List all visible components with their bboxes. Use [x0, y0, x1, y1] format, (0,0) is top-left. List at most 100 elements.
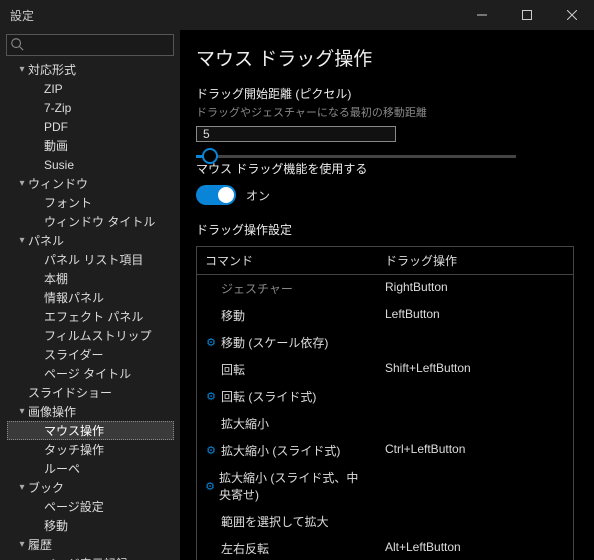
tree-item-label: パネル	[28, 232, 64, 249]
tree-item[interactable]: ▾パネル	[8, 231, 174, 250]
tree-item[interactable]: PDF	[8, 117, 174, 136]
tree-item-label: ブック	[28, 479, 64, 496]
tree-item[interactable]: ▾ウィンドウ	[8, 174, 174, 193]
tree-item[interactable]: ページ設定	[8, 497, 174, 516]
tree-item-label: 動画	[44, 137, 68, 154]
sidebar: ▾対応形式ZIP7-ZipPDF動画Susie▾ウィンドウフォントウィンドウ タ…	[0, 30, 180, 560]
table-cell-operation	[377, 508, 573, 535]
enable-state-label: オン	[246, 187, 270, 204]
drag-table: コマンド ドラッグ操作 ジェスチャーRightButton移動LeftButto…	[196, 246, 574, 560]
body: ▾対応形式ZIP7-ZipPDF動画Susie▾ウィンドウフォントウィンドウ タ…	[0, 30, 594, 560]
tree-item-label: 対応形式	[28, 61, 76, 78]
chevron-down-icon: ▾	[16, 64, 28, 75]
table-cell-command: ⚙拡大縮小 (スライド式)	[197, 437, 377, 464]
tree-item[interactable]: スライダー	[8, 345, 174, 364]
table-cell-operation	[377, 329, 573, 356]
tree-item-label: 7-Zip	[44, 101, 71, 115]
tree-item[interactable]: ▾ブック	[8, 478, 174, 497]
tree-item[interactable]: エフェクト パネル	[8, 307, 174, 326]
command-label: 範囲を選択して拡大	[221, 513, 329, 530]
tree-item-label: ウィンドウ	[28, 175, 88, 192]
table-row[interactable]: ⚙移動 (スケール依存)	[197, 329, 573, 356]
table-row[interactable]: ⚙拡大縮小 (スライド式)Ctrl+LeftButton	[197, 437, 573, 464]
tree-item-label: 履歴	[28, 536, 52, 553]
enable-toggle[interactable]	[196, 185, 236, 205]
table-row[interactable]: 範囲を選択して拡大	[197, 508, 573, 535]
command-label: 左右反転	[221, 540, 269, 557]
tree-item-label: スライダー	[44, 346, 104, 363]
minimize-button[interactable]	[459, 0, 504, 30]
chevron-down-icon: ▾	[16, 406, 28, 417]
chevron-down-icon: ▾	[16, 178, 28, 189]
table-row[interactable]: 回転Shift+LeftButton	[197, 356, 573, 383]
tree-item-label: マウス操作	[44, 422, 104, 439]
table-head-command: コマンド	[197, 247, 377, 274]
command-label: 回転 (スライド式)	[221, 388, 316, 405]
table-row[interactable]: 左右反転 Alt+LeftButton	[197, 535, 573, 560]
table-row[interactable]: ジェスチャーRightButton	[197, 275, 573, 302]
tree-item[interactable]: 7-Zip	[8, 98, 174, 117]
tree-item[interactable]: 本棚	[8, 269, 174, 288]
table-cell-operation: RightButton	[377, 275, 573, 302]
distance-subtitle: ドラッグやジェスチャーになる最初の移動距離	[196, 104, 574, 120]
table-title: ドラッグ操作設定	[196, 221, 574, 238]
slider-thumb[interactable]	[202, 148, 218, 164]
table-head-operation: ドラッグ操作	[377, 247, 573, 274]
table-cell-command: 拡大縮小	[197, 410, 377, 437]
tree-item[interactable]: 情報パネル	[8, 288, 174, 307]
tree-item[interactable]: 動画	[8, 136, 174, 155]
table-row[interactable]: ⚙ 回転 (スライド式)	[197, 383, 573, 410]
enable-toggle-row: オン	[196, 185, 574, 205]
tree-item[interactable]: ▾履歴	[8, 535, 174, 554]
tree-item[interactable]: タッチ操作	[8, 440, 174, 459]
table-cell-operation: Alt+LeftButton	[377, 535, 573, 560]
maximize-button[interactable]	[504, 0, 549, 30]
tree-item[interactable]: 移動	[8, 516, 174, 535]
tree-item[interactable]: フォント	[8, 193, 174, 212]
table-cell-operation	[377, 383, 573, 410]
search-input[interactable]	[6, 34, 174, 56]
tree-item-label: ページ表示記録	[44, 555, 128, 560]
main-panel: マウス ドラッグ操作 ドラッグ開始距離 (ピクセル) ドラッグやジェスチャーにな…	[180, 30, 594, 560]
tree-item[interactable]: ページ タイトル	[8, 364, 174, 383]
table-row[interactable]: 移動LeftButton	[197, 302, 573, 329]
command-label: 拡大縮小	[221, 415, 269, 432]
table-row[interactable]: ⚙拡大縮小 (スライド式、中央寄せ)	[197, 464, 573, 508]
close-button[interactable]	[549, 0, 594, 30]
tree-item[interactable]: ウィンドウ タイトル	[8, 212, 174, 231]
nav-tree[interactable]: ▾対応形式ZIP7-ZipPDF動画Susie▾ウィンドウフォントウィンドウ タ…	[6, 60, 174, 560]
page-title: マウス ドラッグ操作	[196, 44, 574, 71]
tree-item[interactable]: ZIP	[8, 79, 174, 98]
gear-icon: ⚙	[205, 336, 217, 349]
table-cell-command: ⚙ 回転 (スライド式)	[197, 383, 377, 410]
tree-item[interactable]: スライドショー	[8, 383, 174, 402]
tree-item[interactable]: フィルムストリップ	[8, 326, 174, 345]
table-cell-operation	[377, 464, 573, 508]
table-cell-operation: Shift+LeftButton	[377, 356, 573, 383]
tree-item-label: ZIP	[44, 82, 63, 96]
tree-item[interactable]: パネル リスト項目	[8, 250, 174, 269]
slider-track	[196, 155, 516, 158]
tree-item[interactable]: マウス操作	[7, 421, 174, 440]
tree-item-label: 本棚	[44, 270, 68, 287]
tree-item[interactable]: ▾画像操作	[8, 402, 174, 421]
table-row[interactable]: 拡大縮小	[197, 410, 573, 437]
table-body: ジェスチャーRightButton移動LeftButton⚙移動 (スケール依存…	[197, 275, 573, 560]
distance-input[interactable]	[196, 126, 396, 142]
tree-item-label: エフェクト パネル	[44, 308, 143, 325]
table-cell-operation: Ctrl+LeftButton	[377, 437, 573, 464]
settings-window: 設定 ▾対応形式ZIP7-ZipPDF動画Susie▾ウィンドウフォントウィンド…	[0, 0, 594, 560]
enable-title: マウス ドラッグ機能を使用する	[196, 160, 574, 177]
tree-item[interactable]: ページ表示記録	[8, 554, 174, 560]
tree-item[interactable]: ▾対応形式	[8, 60, 174, 79]
tree-item-label: パネル リスト項目	[44, 251, 143, 268]
tree-item[interactable]: Susie	[8, 155, 174, 174]
gear-icon: ⚙	[205, 390, 217, 403]
tree-item-label: 移動	[44, 517, 68, 534]
table-cell-command: 範囲を選択して拡大	[197, 508, 377, 535]
tree-item[interactable]: ルーペ	[8, 459, 174, 478]
tree-item-label: 画像操作	[28, 403, 76, 420]
tree-item-label: ページ設定	[44, 498, 104, 515]
tree-item-label: スライドショー	[28, 384, 112, 401]
chevron-down-icon: ▾	[16, 539, 28, 550]
